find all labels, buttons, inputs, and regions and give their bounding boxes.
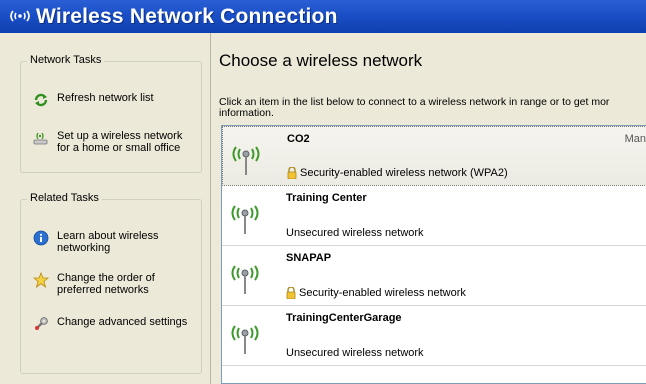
refresh-network-list-label: Refresh network list: [57, 92, 154, 104]
signal-strength-icon: [230, 258, 260, 298]
settings-icon: [31, 316, 51, 334]
change-order-label: Change the order of preferred networks: [57, 272, 155, 296]
network-name: Training Center: [286, 192, 367, 204]
learn-wireless-label: Learn about wireless networking: [57, 230, 159, 254]
wireless-icon: [8, 7, 34, 27]
signal-strength-icon: [231, 139, 261, 179]
instructions-line-1: Click an item in the list below to conne…: [219, 96, 610, 108]
network-security: Security-enabled wireless network: [286, 286, 466, 300]
change-order-link[interactable]: Change the order of preferred networks: [31, 272, 197, 296]
window-title: Wireless Network Connection: [36, 4, 338, 28]
network-security: Unsecured wireless network: [286, 347, 424, 359]
network-security: Security-enabled wireless network (WPA2): [287, 166, 508, 180]
change-advanced-settings-link[interactable]: Change advanced settings: [31, 316, 197, 334]
network-security-label: Security-enabled wireless network: [299, 287, 466, 299]
network-name: CO2: [287, 133, 310, 145]
setup-wireless-network-link[interactable]: Set up a wireless network for a home or …: [31, 130, 197, 154]
network-tasks-group: Network Tasks Refresh network list Set u…: [20, 54, 202, 173]
main-pane: Choose a wireless network Click an item …: [211, 33, 646, 384]
related-tasks-title: Related Tasks: [27, 192, 102, 204]
instructions-line-2: information.: [219, 107, 274, 119]
network-item-snapap[interactable]: SNAPAP Security-enabled wireless network: [222, 246, 646, 306]
network-mode: Man: [624, 133, 646, 145]
network-item-training-center-garage[interactable]: TrainingCenterGarage Unsecured wireless …: [222, 306, 646, 366]
task-pane: Network Tasks Refresh network list Set u…: [0, 33, 211, 384]
signal-strength-icon: [230, 318, 260, 358]
network-name: SNAPAP: [286, 252, 332, 264]
network-item-training-center[interactable]: Training Center Unsecured wireless netwo…: [222, 186, 646, 246]
network-list[interactable]: CO2 Man Security-enabled wireless networ…: [221, 125, 646, 384]
instructions-text: Click an item in the list below to conne…: [219, 97, 646, 119]
lock-icon: [287, 166, 297, 180]
title-bar: Wireless Network Connection: [0, 0, 646, 33]
refresh-icon: [31, 92, 51, 110]
learn-wireless-link[interactable]: Learn about wireless networking: [31, 230, 197, 254]
change-advanced-settings-label: Change advanced settings: [57, 316, 188, 328]
network-security-label: Unsecured wireless network: [286, 227, 424, 239]
info-icon: [31, 230, 51, 248]
network-security-label: Security-enabled wireless network (WPA2): [300, 167, 508, 179]
network-tasks-title: Network Tasks: [27, 54, 105, 66]
network-name: TrainingCenterGarage: [286, 312, 402, 324]
setup-wireless-network-label: Set up a wireless network for a home or …: [57, 130, 183, 154]
network-item-co2[interactable]: CO2 Man Security-enabled wireless networ…: [222, 126, 646, 186]
refresh-network-list-link[interactable]: Refresh network list: [31, 92, 197, 110]
page-title: Choose a wireless network: [219, 51, 423, 70]
network-security: Unsecured wireless network: [286, 227, 424, 239]
star-icon: [31, 272, 51, 290]
network-security-label: Unsecured wireless network: [286, 347, 424, 359]
lock-icon: [286, 286, 296, 300]
setup-network-icon: [31, 130, 51, 148]
related-tasks-group: Related Tasks Learn about wireless netwo…: [20, 192, 202, 374]
signal-strength-icon: [230, 198, 260, 238]
